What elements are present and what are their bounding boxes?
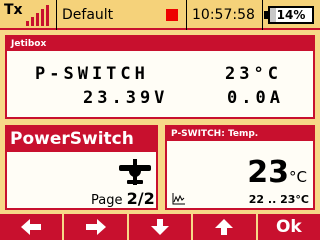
record-indicator-icon xyxy=(166,9,178,21)
jetibox-title: Jetibox xyxy=(7,37,313,51)
down-arrow-icon xyxy=(151,219,170,235)
ok-button[interactable]: Ok xyxy=(255,214,320,240)
page-label: Page xyxy=(91,193,123,208)
model-name[interactable]: Default xyxy=(62,7,113,23)
page-value: 2/2 xyxy=(126,189,155,208)
temperature-value: 23 xyxy=(247,155,290,190)
tx-label: Tx xyxy=(4,2,23,18)
button-bar: Ok xyxy=(0,214,320,240)
left-button[interactable] xyxy=(0,214,63,240)
jetibox-line1-right: 23°C xyxy=(225,64,282,84)
status-divider xyxy=(56,0,57,30)
temperature-range: 22 .. 23°C xyxy=(248,193,309,206)
temperature-unit: °C xyxy=(289,168,307,186)
chart-icon xyxy=(172,193,185,205)
jetibox-line1-left: P-SWITCH xyxy=(35,64,149,84)
jetibox-line2-right: 0.0A xyxy=(227,88,284,108)
up-arrow-icon xyxy=(215,219,234,235)
status-bar: Tx Default 10:57:58 14% xyxy=(0,0,320,30)
signal-strength-icon xyxy=(26,4,52,26)
temperature-title: P-SWITCH: Temp. xyxy=(167,127,313,141)
temperature-panel[interactable]: P-SWITCH: Temp. 23°C 22 .. 23°C xyxy=(165,125,315,210)
power-switch-title: PowerSwitch xyxy=(7,127,156,152)
status-divider xyxy=(186,0,187,30)
right-arrow-icon xyxy=(85,219,106,235)
jetibox-line2-left: 23.39V xyxy=(83,88,169,108)
up-button[interactable] xyxy=(191,214,256,240)
temperature-value-display: 23°C xyxy=(247,155,307,190)
power-switch-panel[interactable]: PowerSwitch Page 2/2 xyxy=(5,125,158,210)
page-indicator: Page 2/2 xyxy=(91,189,155,208)
airplane-icon xyxy=(119,159,151,185)
left-arrow-icon xyxy=(21,219,42,235)
battery-icon xyxy=(264,11,268,19)
down-button[interactable] xyxy=(126,214,192,240)
status-divider xyxy=(262,0,263,30)
right-button[interactable] xyxy=(62,214,127,240)
clock: 10:57:58 xyxy=(192,7,255,23)
battery-indicator: 14% xyxy=(264,6,314,24)
jetibox-panel[interactable]: Jetibox P-SWITCH 23°C 23.39V 0.0A xyxy=(5,35,315,119)
battery-percent: 14% xyxy=(276,8,306,22)
